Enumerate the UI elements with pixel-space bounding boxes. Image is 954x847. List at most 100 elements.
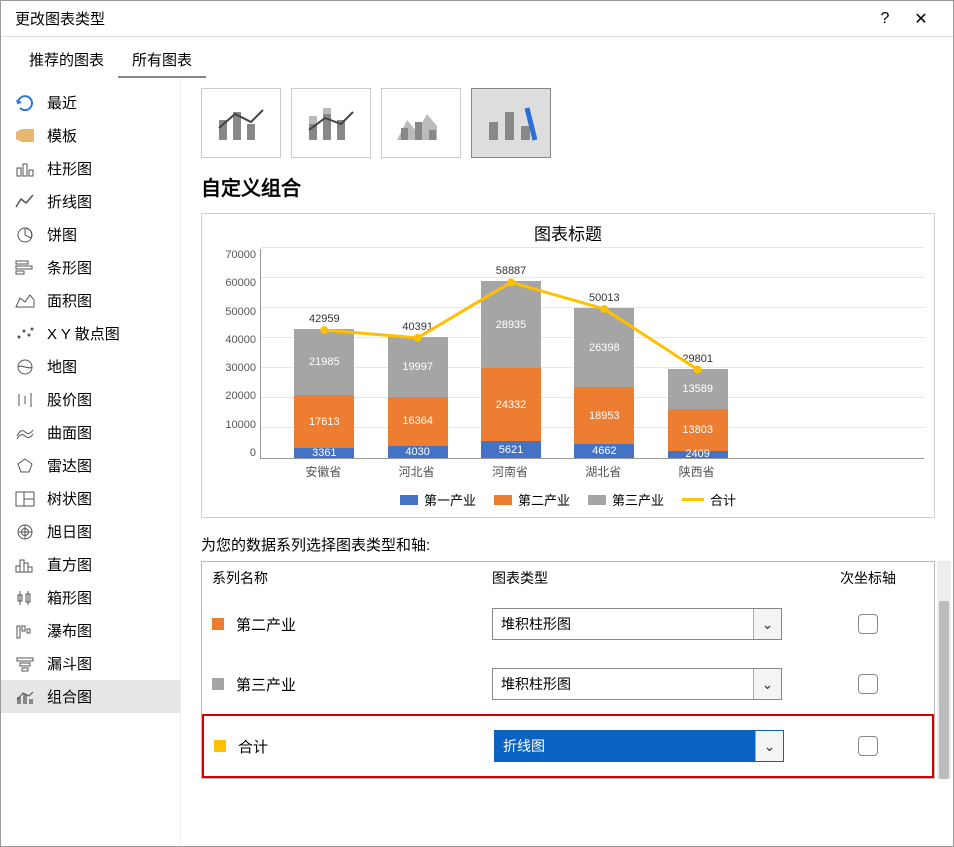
series-help-label: 为您的数据系列选择图表类型和轴: [201,534,935,555]
data-label-total: 42959 [309,313,340,325]
sidebar-item-label: 组合图 [47,686,92,707]
tab-all-charts[interactable]: 所有图表 [118,43,206,78]
ytick-label: 10000 [225,419,256,431]
sidebar-item-scatter[interactable]: X Y 散点图 [1,317,180,350]
series-name-label: 第二产业 [236,614,296,635]
bar-segment: 17613 [294,395,354,448]
sidebar-item-bar[interactable]: 条形图 [1,251,180,284]
combo-subtype-1[interactable] [201,88,281,158]
secondary-axis-checkbox[interactable] [858,614,878,634]
template-icon [15,127,35,145]
chart-type-select[interactable]: 折线图⌄ [494,730,784,762]
combo-subtype-4[interactable] [471,88,551,158]
sidebar-item-label: 面积图 [47,290,92,311]
chart-title: 图表标题 [212,220,924,245]
sidebar-item-column[interactable]: 柱形图 [1,152,180,185]
legend-item: 第二产业 [494,490,570,509]
sidebar-item-radar[interactable]: 雷达图 [1,449,180,482]
sidebar-item-sunburst[interactable]: 旭日图 [1,515,180,548]
sidebar-item-template[interactable]: 模板 [1,119,180,152]
combo-subtype-3[interactable] [381,88,461,158]
sidebar-item-line[interactable]: 折线图 [1,185,180,218]
box-icon [15,589,35,607]
sidebar-item-recent[interactable]: 最近 [1,86,180,119]
bar-segment: 4662 [574,444,634,458]
sidebar-item-stock[interactable]: 股价图 [1,383,180,416]
bar-segment: 2409 [668,451,728,458]
bar-segment: 26398 [574,308,634,387]
series-name-label: 第三产业 [236,674,296,695]
sidebar-item-waterfall[interactable]: 瀑布图 [1,614,180,647]
line-icon [15,193,35,211]
sidebar-item-label: 漏斗图 [47,653,92,674]
sidebar-item-treemap[interactable]: 树状图 [1,482,180,515]
column-icon [15,160,35,178]
chart-type-select[interactable]: 堆积柱形图⌄ [492,668,782,700]
series-swatch-icon [214,740,226,752]
sidebar-item-surface[interactable]: 曲面图 [1,416,180,449]
series-swatch-icon [212,618,224,630]
ytick-label: 30000 [225,362,256,374]
bar-segment: 13589 [668,369,728,410]
sidebar-item-label: 直方图 [47,554,92,575]
histo-icon [15,556,35,574]
series-swatch-icon [212,678,224,690]
close-button[interactable]: ✕ [903,9,939,29]
chevron-down-icon: ⌄ [753,669,781,699]
sidebar-item-map[interactable]: 地图 [1,350,180,383]
sidebar-item-pie[interactable]: 饼图 [1,218,180,251]
legend-item: 合计 [682,490,736,509]
sidebar-item-label: 箱形图 [47,587,92,608]
bar-group: 3361176132198542959 [294,329,354,458]
map-icon [15,358,35,376]
help-button[interactable]: ? [867,10,903,28]
data-label-total: 29801 [682,353,713,365]
ytick-label: 0 [250,447,256,459]
series-table: 系列名称 图表类型 次坐标轴 第二产业堆积柱形图⌄第三产业堆积柱形图⌄合计折线图… [201,561,935,779]
secondary-axis-checkbox[interactable] [858,674,878,694]
series-scrollbar[interactable] [937,561,951,779]
legend-swatch-icon [588,495,606,505]
waterfall-icon [15,622,35,640]
sunburst-icon [15,523,35,541]
sidebar-item-label: 曲面图 [47,422,92,443]
data-label-total: 40391 [402,321,433,333]
chevron-down-icon: ⌄ [753,609,781,639]
scatter-icon [15,325,35,343]
bar-icon [15,259,35,277]
chevron-down-icon: ⌄ [755,731,783,761]
col-series-name: 系列名称 [212,568,492,588]
sidebar-item-label: 条形图 [47,257,92,278]
treemap-icon [15,490,35,508]
sidebar-item-label: 股价图 [47,389,92,410]
sidebar-item-area[interactable]: 面积图 [1,284,180,317]
col-secondary-axis: 次坐标轴 [822,568,924,588]
tab-recommended[interactable]: 推荐的图表 [15,43,118,78]
ytick-label: 40000 [225,334,256,346]
data-label-total: 50013 [589,292,620,304]
bar-group: 4030163641999740391 [388,337,448,458]
sidebar-item-funnel[interactable]: 漏斗图 [1,647,180,680]
sidebar-item-label: X Y 散点图 [47,323,120,344]
surface-icon [15,424,35,442]
bar-segment: 4030 [388,446,448,458]
sidebar-item-label: 饼图 [47,224,77,245]
bar-group: 4662189532639850013 [574,308,634,458]
series-row: 第二产业 堆积柱形图⌄ [202,594,934,654]
area-icon [15,292,35,310]
series-name-label: 合计 [238,736,268,757]
dialog-title: 更改图表类型 [15,8,867,29]
sidebar-item-histo[interactable]: 直方图 [1,548,180,581]
sidebar-item-label: 柱形图 [47,158,92,179]
chart-type-select[interactable]: 堆积柱形图⌄ [492,608,782,640]
sidebar-item-combo[interactable]: 组合图 [1,680,180,713]
sidebar-item-label: 瀑布图 [47,620,92,641]
series-row: 合计 折线图⌄ [202,714,934,778]
combo-subtype-2[interactable] [291,88,371,158]
secondary-axis-checkbox[interactable] [858,736,878,756]
bar-segment: 13803 [668,409,728,450]
legend-item: 第一产业 [400,490,476,509]
sidebar-item-box[interactable]: 箱形图 [1,581,180,614]
bar-group: 5621243322893558887 [481,281,541,458]
chart-preview: 图表标题 70000600005000040000300002000010000… [201,213,935,518]
